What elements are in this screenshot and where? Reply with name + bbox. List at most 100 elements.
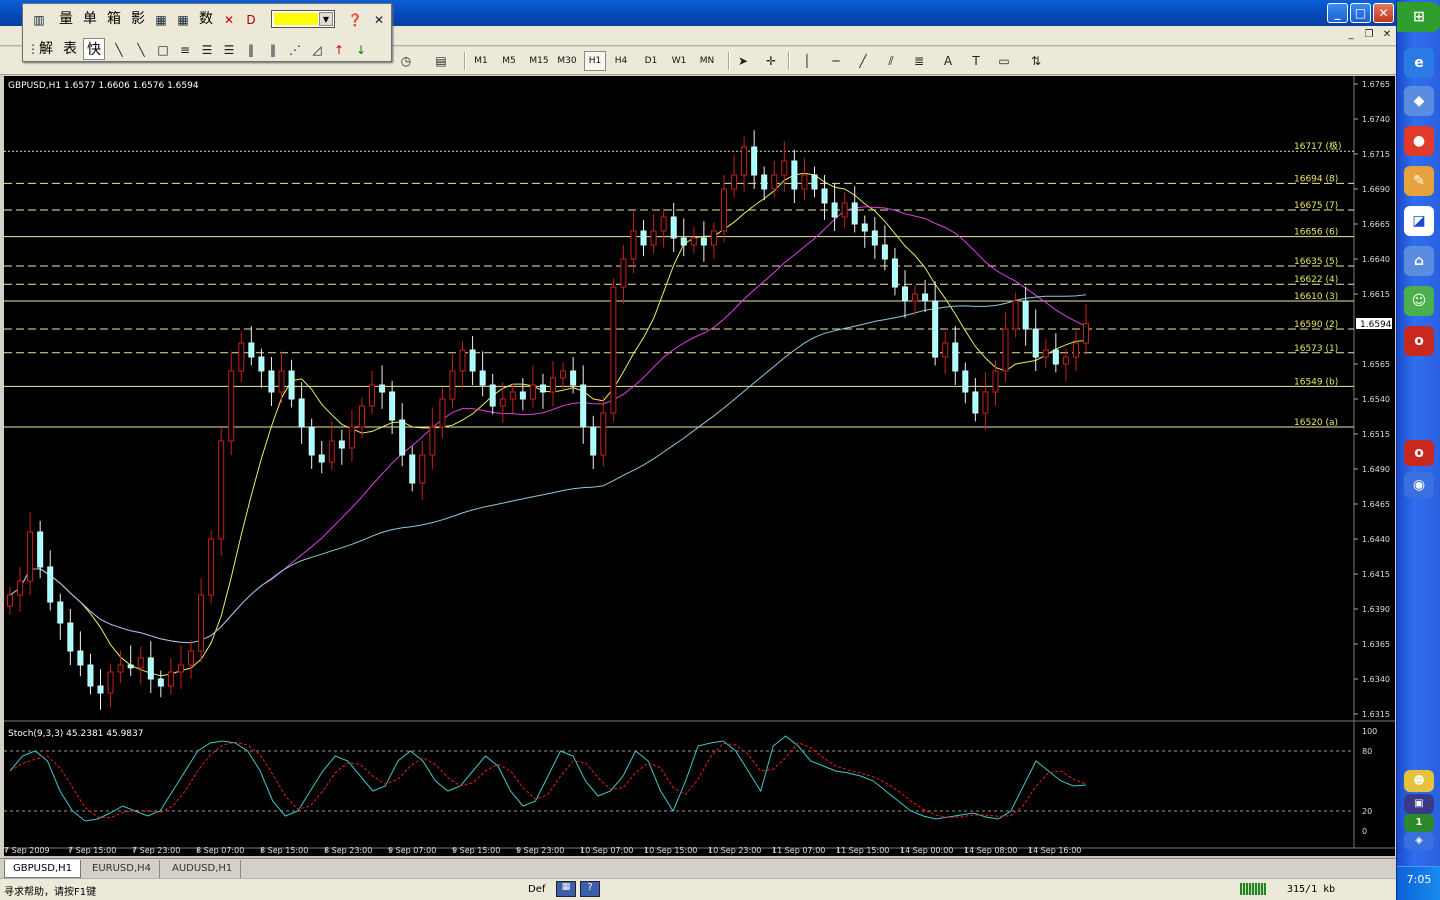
mdi-restore-button[interactable]: ❐ <box>1361 28 1377 43</box>
timeframe-mn-button[interactable]: MN <box>696 51 718 71</box>
odl-icon[interactable]: o <box>1404 440 1434 466</box>
gann-icon[interactable]: ◿ <box>307 40 327 60</box>
single-button[interactable]: 单 <box>79 8 101 30</box>
mdi-minimize-button[interactable]: _ <box>1343 28 1359 43</box>
crosshair-icon[interactable]: ✛ <box>760 51 782 71</box>
line-icon[interactable]: ╲ <box>131 40 151 60</box>
timeframe-m5-button[interactable]: M5 <box>498 51 520 71</box>
cursor-icon[interactable]: ➤ <box>732 51 754 71</box>
tab-audusd-h1[interactable]: AUDUSD,H1 <box>164 860 242 878</box>
clock[interactable]: 7:05 <box>1397 866 1440 900</box>
text-icon[interactable]: A <box>937 51 959 71</box>
level-label: 16635 (5) <box>1294 257 1338 267</box>
chart-window[interactable]: GBPUSD,H1 1.6577 1.6606 1.6576 1.6594 St… <box>4 76 1395 856</box>
candle-body <box>278 370 285 393</box>
tray-icon[interactable]: ☻ <box>1404 770 1434 792</box>
help-icon[interactable]: ❓ <box>345 10 365 30</box>
mdi-close-button[interactable]: ✕ <box>1379 28 1395 43</box>
candle-body <box>1012 300 1019 330</box>
rectangle-icon[interactable]: □ <box>153 40 173 60</box>
vertical-line-icon[interactable]: │ <box>796 51 818 71</box>
bars-icon[interactable]: ▦ <box>151 10 171 30</box>
timeframe-d1-button[interactable]: D1 <box>640 51 662 71</box>
candle-body <box>881 244 888 260</box>
odl-icon[interactable]: o <box>1404 326 1434 356</box>
chart-svg[interactable]: GBPUSD,H1 1.6577 1.6606 1.6576 1.6594 St… <box>4 76 1395 856</box>
levels-icon[interactable]: ☰ <box>197 40 217 60</box>
trendline-icon[interactable]: ╱ <box>852 51 874 71</box>
minimize-button[interactable]: _ <box>1327 3 1348 23</box>
volume-button[interactable]: 量 <box>55 8 77 30</box>
tray-icon[interactable]: 1 <box>1404 814 1434 832</box>
taskbar: ⊞ e ◆ ● ✎ ◪ ⌂ ☺ o o ◉ ☻ ▣ 1 ◈ 7:05 <box>1396 0 1440 900</box>
box-button[interactable]: 箱 <box>103 8 125 30</box>
solve-button[interactable]: 解 <box>35 38 57 60</box>
arrows-icon[interactable]: ⇅ <box>1025 51 1047 71</box>
time-tick-label: 11 Sep 07:00 <box>772 846 825 855</box>
arrow-down-icon[interactable]: ↓ <box>351 40 371 60</box>
app-icon[interactable]: ◉ <box>1404 472 1434 498</box>
rectangle-icon[interactable]: ▭ <box>993 51 1015 71</box>
fibo-icon[interactable]: ‖ <box>241 40 261 60</box>
levels-icon[interactable]: ☰ <box>219 40 239 60</box>
candle-body <box>379 384 386 393</box>
fan-icon[interactable]: ⋰ <box>285 40 305 60</box>
timeframe-m30-button[interactable]: M30 <box>554 51 580 71</box>
fibonacci-icon[interactable]: ≣ <box>908 51 930 71</box>
tray-icon[interactable]: ▣ <box>1404 794 1434 814</box>
timeframe-m1-button[interactable]: M1 <box>470 51 492 71</box>
candles-icon[interactable]: ▥ <box>29 10 49 30</box>
timeframe-w1-button[interactable]: W1 <box>668 51 690 71</box>
users-icon[interactable]: ☺ <box>1404 286 1434 316</box>
close-button[interactable]: ✕ <box>1373 3 1394 23</box>
candle-body <box>318 454 325 463</box>
chevron-down-icon[interactable]: ▼ <box>319 12 333 26</box>
start-icon[interactable]: ⊞ <box>1397 2 1440 32</box>
candle-body <box>831 202 838 218</box>
keyboard-icon[interactable]: ▦ <box>556 881 576 897</box>
text-label-icon[interactable]: T <box>965 51 987 71</box>
price-tick-label: 1.6690 <box>1362 185 1390 194</box>
cross-icon[interactable]: ✕ <box>219 10 239 30</box>
line-icon[interactable]: ╲ <box>109 40 129 60</box>
app-icon[interactable]: ● <box>1404 126 1434 156</box>
maximize-button[interactable]: □ <box>1350 3 1371 23</box>
number-button[interactable]: 数 <box>195 8 217 30</box>
candle-body <box>741 146 748 176</box>
time-tick-label: 9 Sep 15:00 <box>452 846 500 855</box>
tab-eurusd-h4[interactable]: EURUSD,H4 <box>84 860 161 878</box>
close-icon[interactable]: ✕ <box>369 10 389 30</box>
horizontal-line-icon[interactable]: ─ <box>825 51 847 71</box>
clock-icon[interactable]: ◷ <box>395 51 417 71</box>
price-tick-label: 1.6440 <box>1362 535 1390 544</box>
fibo-icon[interactable]: ‖ <box>263 40 283 60</box>
stoch-header: Stoch(9,3,3) 45.2381 45.9837 <box>8 729 143 739</box>
app-icon[interactable]: ◆ <box>1404 86 1434 116</box>
shadow-button[interactable]: 影 <box>127 8 149 30</box>
channel-icon[interactable]: ≡ <box>175 40 195 60</box>
candle-body <box>519 391 526 400</box>
timeframe-h1-button[interactable]: H1 <box>584 51 606 71</box>
candle-body <box>680 237 687 246</box>
candle-body <box>801 174 808 190</box>
timeframe-m15-button[interactable]: M15 <box>526 51 552 71</box>
app-icon[interactable]: ⌂ <box>1404 246 1434 276</box>
timeframe-h4-button[interactable]: H4 <box>610 51 632 71</box>
status-profile[interactable]: Def <box>528 884 545 895</box>
delete-icon[interactable]: D <box>241 10 261 30</box>
channel-icon[interactable]: ⫽ <box>880 51 902 71</box>
color-picker[interactable]: ▼ <box>271 10 335 28</box>
arrow-up-icon[interactable]: ↑ <box>329 40 349 60</box>
tray-icon[interactable]: ◈ <box>1404 832 1434 850</box>
grid-icon[interactable]: ▦ <box>173 10 193 30</box>
ie-icon[interactable]: e <box>1404 48 1434 78</box>
fast-button[interactable]: 快 <box>83 38 105 60</box>
paint-icon[interactable]: ✎ <box>1404 166 1434 196</box>
candle-body <box>177 664 184 673</box>
template-icon[interactable]: ▤ <box>430 51 452 71</box>
app-icon[interactable]: ◪ <box>1404 206 1434 236</box>
tab-gbpusd-h1[interactable]: GBPUSD,H1 <box>4 860 82 878</box>
table-button[interactable]: 表 <box>59 38 81 60</box>
candle-body <box>630 230 637 260</box>
help-icon[interactable]: ? <box>580 881 600 897</box>
